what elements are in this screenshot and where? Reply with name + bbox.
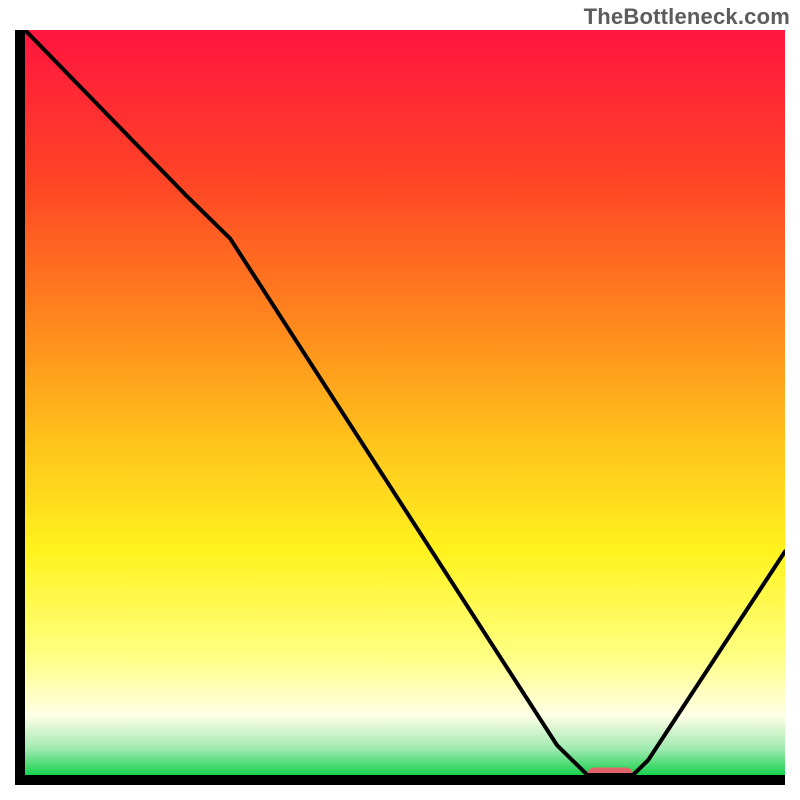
gradient-rect [25,30,785,775]
watermark-text: TheBottleneck.com [584,4,790,30]
plot-axes-frame [15,30,785,785]
chart-container: TheBottleneck.com [0,0,800,800]
plot-background-gradient [25,30,785,775]
plot-area [25,30,785,775]
